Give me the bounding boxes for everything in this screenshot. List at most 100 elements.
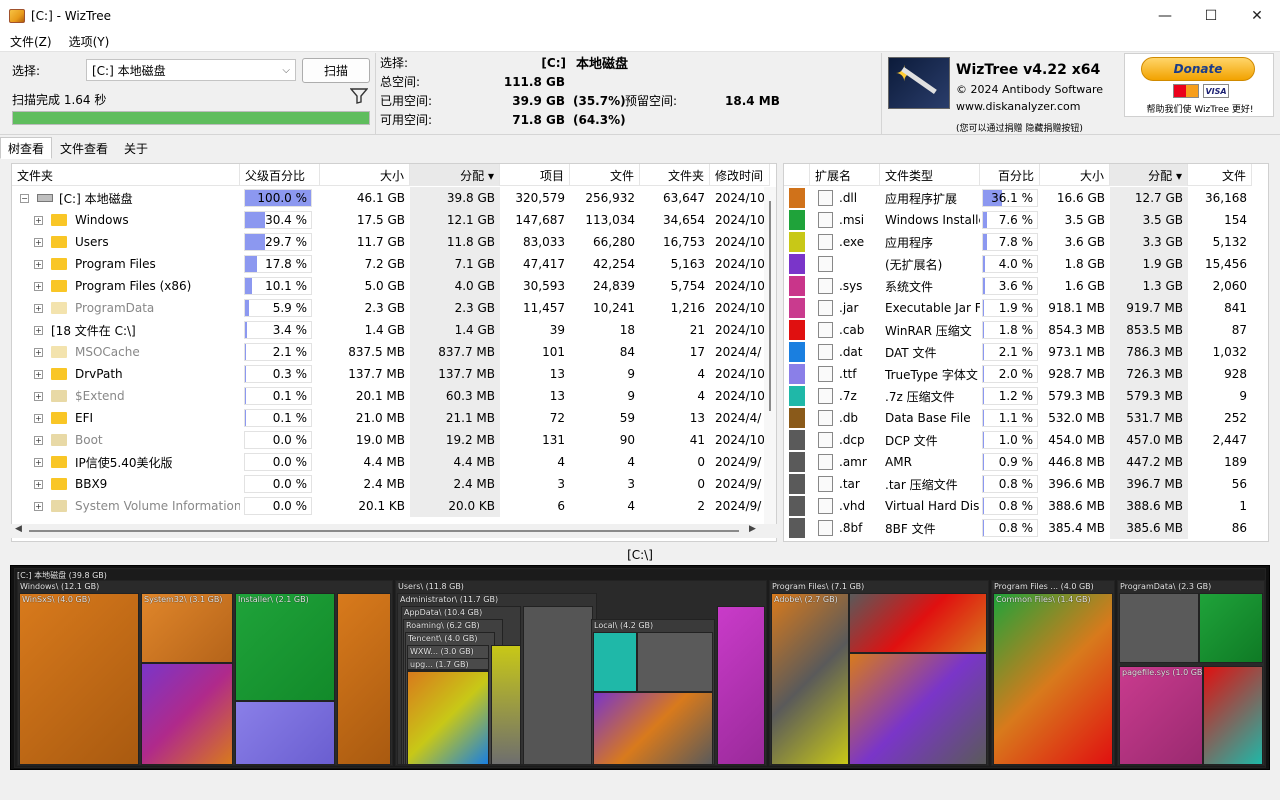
- treemap-pd-c[interactable]: [1203, 666, 1263, 765]
- expand-icon[interactable]: +: [34, 237, 43, 247]
- col-ext-size[interactable]: 大小: [1040, 164, 1110, 186]
- table-row[interactable]: + Users 29.7 % 11.7 GB 11.8 GB 83,033 66,280 16…: [12, 231, 770, 253]
- maximize-button[interactable]: ☐: [1188, 0, 1234, 32]
- expand-icon[interactable]: +: [34, 325, 43, 335]
- table-row[interactable]: + BBX9 0.0 % 2.4 MB 2.4 MB 3 3 0 2024/9/: [12, 473, 770, 495]
- treemap-pf-a[interactable]: [849, 593, 987, 653]
- col-folders[interactable]: 文件夹: [640, 164, 710, 186]
- table-row[interactable]: .cab WinRAR 压缩文 1.8 % 854.3 MB 853.5 MB 87: [784, 319, 1252, 341]
- scroll-left-icon[interactable]: ◀: [15, 524, 22, 534]
- expand-icon[interactable]: +: [34, 259, 43, 269]
- table-row[interactable]: .dat DAT 文件 2.1 % 973.1 MB 786.3 MB 1,032: [784, 341, 1252, 363]
- scroll-right-icon[interactable]: ▶: [749, 524, 756, 534]
- table-row[interactable]: − [C:] 本地磁盘 100.0 % 46.1 GB 39.8 GB 320,579 25…: [12, 187, 770, 209]
- collapse-icon[interactable]: −: [20, 193, 29, 203]
- treemap-winsxs[interactable]: WinSxS\ (4.0 GB): [19, 593, 139, 765]
- table-row[interactable]: + Windows 30.4 % 17.5 GB 12.1 GB 147,687 113,0…: [12, 209, 770, 231]
- treemap[interactable]: [C:] 本地磁盘 (39.8 GB) Windows\ (12.1 GB) Win…: [10, 565, 1270, 770]
- table-row[interactable]: .exe 应用程序 7.8 % 3.6 GB 3.3 GB 5,132: [784, 231, 1252, 253]
- table-row[interactable]: + Boot 0.0 % 19.0 MB 19.2 MB 131 90 41 2024/10: [12, 429, 770, 451]
- table-row[interactable]: .vhd Virtual Hard Disk 0.8 % 388.6 MB 388.6 …: [784, 495, 1252, 517]
- tab-file-view[interactable]: 文件查看: [52, 137, 116, 159]
- col-parent-percent[interactable]: 父级百分比: [240, 164, 320, 186]
- col-ext-allocated[interactable]: 分配 ▾: [1110, 164, 1188, 186]
- scan-button[interactable]: 扫描: [302, 58, 370, 83]
- table-row[interactable]: .ttf TrueType 字体文 2.0 % 928.7 MB 726.3 MB 928: [784, 363, 1252, 385]
- treemap-users-other[interactable]: [717, 606, 765, 765]
- tree-horizontal-scrollbar[interactable]: ◀ ▶: [11, 524, 777, 538]
- treemap-pd-a[interactable]: [1119, 593, 1199, 663]
- col-extension[interactable]: 扩展名: [810, 164, 880, 186]
- minimize-button[interactable]: —: [1142, 0, 1188, 32]
- treemap-pagefile[interactable]: pagefile.sys (1.0 GB): [1119, 666, 1203, 765]
- col-size[interactable]: 大小: [320, 164, 410, 186]
- filter-icon[interactable]: [350, 88, 368, 104]
- table-row[interactable]: (无扩展名) 4.0 % 1.8 GB 1.9 GB 15,456: [784, 253, 1252, 275]
- table-row[interactable]: .db Data Base File 1.1 % 532.0 MB 531.7 MB 25…: [784, 407, 1252, 429]
- treemap-adobe[interactable]: Adobe\ (2.7 GB): [771, 593, 849, 765]
- treemap-upg[interactable]: upg... (1.7 GB): [407, 658, 489, 670]
- table-row[interactable]: .8bf 8BF 文件 0.8 % 385.4 MB 385.6 MB 86: [784, 517, 1252, 539]
- treemap-system32-sub[interactable]: [141, 663, 233, 765]
- table-row[interactable]: .tar .tar 压缩文件 0.8 % 396.6 MB 396.7 MB 56: [784, 473, 1252, 495]
- treemap-pd-b[interactable]: [1199, 593, 1263, 663]
- col-allocated[interactable]: 分配 ▾: [410, 164, 500, 186]
- treemap-pf-b[interactable]: [849, 653, 987, 765]
- tree-vertical-scrollbar[interactable]: [764, 187, 776, 527]
- treemap-installer[interactable]: Installer\ (2.1 GB): [235, 593, 335, 701]
- expand-icon[interactable]: +: [34, 215, 43, 225]
- table-row[interactable]: .dcp DCP 文件 1.0 % 454.0 MB 457.0 MB 2,447: [784, 429, 1252, 451]
- table-row[interactable]: .sys 系统文件 3.6 % 1.6 GB 1.3 GB 2,060: [784, 275, 1252, 297]
- treemap-windows-other[interactable]: [337, 593, 391, 765]
- col-modified[interactable]: 修改时间: [710, 164, 770, 186]
- expand-icon[interactable]: +: [34, 457, 43, 467]
- treemap-installer-sub[interactable]: [235, 701, 335, 765]
- menu-options[interactable]: 选项(Y): [59, 33, 117, 50]
- scroll-thumb[interactable]: [769, 201, 771, 411]
- col-folder[interactable]: 文件夹: [12, 164, 240, 186]
- treemap-local-a[interactable]: [593, 632, 637, 692]
- table-row[interactable]: .msi Windows Installe 7.6 % 3.5 GB 3.5 GB 154: [784, 209, 1252, 231]
- expand-icon[interactable]: +: [34, 369, 43, 379]
- expand-icon[interactable]: +: [34, 479, 43, 489]
- table-row[interactable]: + EFI 0.1 % 21.0 MB 21.1 MB 72 59 13 2024/4/: [12, 407, 770, 429]
- table-row[interactable]: + Program Files 17.8 % 7.2 GB 7.1 GB 47,417 42…: [12, 253, 770, 275]
- expand-icon[interactable]: +: [34, 347, 43, 357]
- expand-icon[interactable]: +: [34, 303, 43, 313]
- treemap-local-c[interactable]: [593, 692, 713, 765]
- table-row[interactable]: + DrvPath 0.3 % 137.7 MB 137.7 MB 13 9 4 2024/10: [12, 363, 770, 385]
- col-files[interactable]: 文件: [570, 164, 640, 186]
- table-row[interactable]: + MSOCache 2.1 % 837.5 MB 837.7 MB 101 84 17 202…: [12, 341, 770, 363]
- brand-area[interactable]: ✦ WizTree v4.22 x64 © 2024 Antibody Soft…: [884, 53, 1120, 135]
- table-row[interactable]: .jar Executable Jar Fi 1.9 % 918.1 MB 919.7 …: [784, 297, 1252, 319]
- treemap-roaming-other[interactable]: [491, 645, 521, 765]
- table-row[interactable]: + System Volume Information 0.0 % 20.1 KB 20…: [12, 495, 770, 517]
- menu-file[interactable]: 文件(Z): [0, 33, 59, 50]
- drive-select[interactable]: [C:] 本地磁盘 ⌵: [86, 59, 296, 81]
- treemap-appdata-other[interactable]: [523, 606, 593, 765]
- table-row[interactable]: + ProgramData 5.9 % 2.3 GB 2.3 GB 11,457 10,24…: [12, 297, 770, 319]
- expand-icon[interactable]: +: [34, 281, 43, 291]
- table-row[interactable]: + $Extend 0.1 % 20.1 MB 60.3 MB 13 9 4 2024/10: [12, 385, 770, 407]
- col-ext-files[interactable]: 文件: [1188, 164, 1252, 186]
- treemap-local-b[interactable]: [637, 632, 713, 692]
- table-row[interactable]: + IP信使5.40美化版 0.0 % 4.4 MB 4.4 MB 4 4 0 2024/9/: [12, 451, 770, 473]
- expand-icon[interactable]: +: [34, 435, 43, 445]
- table-row[interactable]: + Program Files (x86) 10.1 % 5.0 GB 4.0 GB 30…: [12, 275, 770, 297]
- table-row[interactable]: .7z .7z 压缩文件 1.2 % 579.3 MB 579.3 MB 9: [784, 385, 1252, 407]
- table-row[interactable]: .amr AMR 0.9 % 446.8 MB 447.2 MB 189: [784, 451, 1252, 473]
- table-row[interactable]: + [18 文件在 C:\] 3.4 % 1.4 GB 1.4 GB 39 18 21 2024…: [12, 319, 770, 341]
- treemap-tencent-files[interactable]: [407, 671, 489, 765]
- table-row[interactable]: .dll 应用程序扩展 36.1 % 16.6 GB 12.7 GB 36,168: [784, 187, 1252, 209]
- tab-tree-view[interactable]: 树查看: [0, 137, 53, 159]
- brand-url[interactable]: www.diskanalyzer.com: [956, 100, 1081, 113]
- expand-icon[interactable]: +: [34, 501, 43, 511]
- scroll-thumb[interactable]: [29, 530, 739, 532]
- col-file-type[interactable]: 文件类型: [880, 164, 980, 186]
- treemap-common-files[interactable]: Common Files\ (1.4 GB): [993, 593, 1113, 765]
- close-button[interactable]: ✕: [1234, 0, 1280, 32]
- col-percent[interactable]: 百分比: [980, 164, 1040, 186]
- expand-icon[interactable]: +: [34, 413, 43, 423]
- donate-button[interactable]: Donate: [1141, 57, 1255, 81]
- treemap-system32[interactable]: System32\ (3.1 GB): [141, 593, 233, 663]
